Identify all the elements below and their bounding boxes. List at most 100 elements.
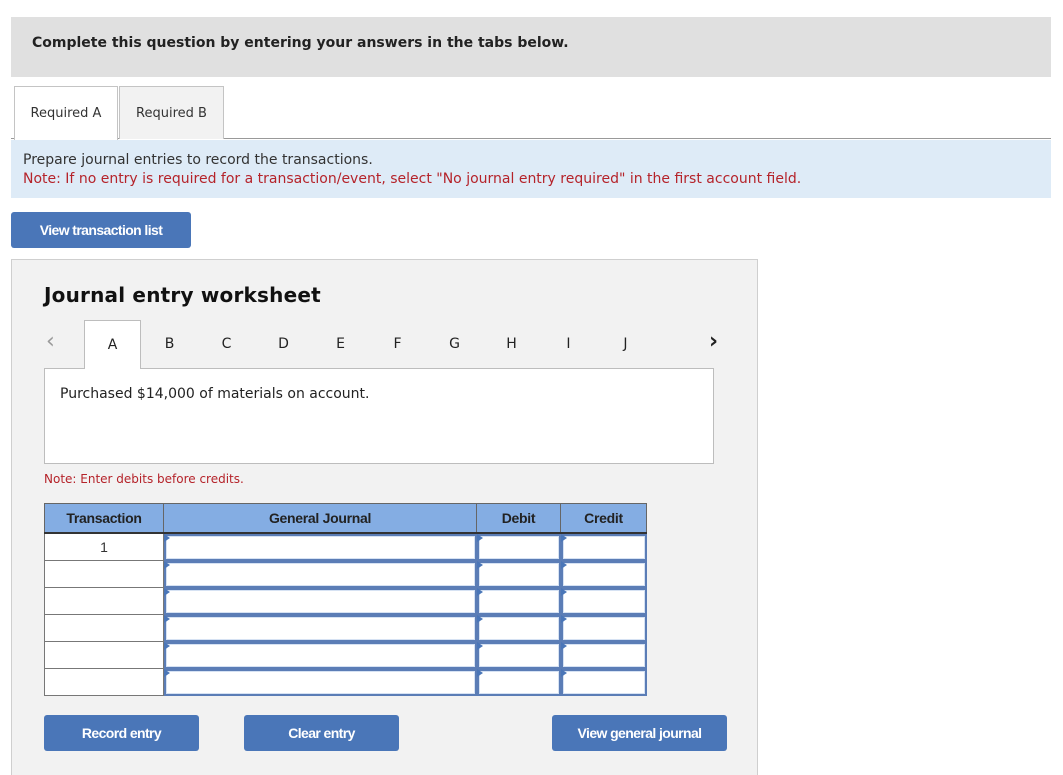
- table-row: [44, 614, 647, 642]
- cell-marker-icon: [476, 641, 483, 650]
- table-row: [44, 641, 647, 669]
- account-field-cell: [163, 532, 477, 561]
- letter-tab-e[interactable]: E: [312, 320, 369, 368]
- debit-field[interactable]: [478, 670, 559, 694]
- letter-tab-b[interactable]: B: [141, 320, 198, 368]
- credit-field-cell: [560, 532, 647, 561]
- debit-field-cell: [476, 641, 561, 669]
- cell-marker-icon: [476, 587, 483, 596]
- debit-field-cell: [476, 560, 561, 588]
- letter-tab-h[interactable]: H: [483, 320, 540, 368]
- account-field[interactable]: [166, 643, 475, 667]
- debit-field-cell: [476, 668, 561, 696]
- transaction-number: [44, 641, 164, 669]
- debit-field-cell: [476, 587, 561, 615]
- cell-marker-icon: [164, 587, 170, 596]
- account-field[interactable]: [166, 535, 475, 559]
- table-row: [44, 668, 647, 696]
- header-credit: Credit: [560, 503, 647, 534]
- debits-note: Note: Enter debits before credits.: [44, 472, 244, 486]
- tab-required-b[interactable]: Required B: [119, 86, 224, 139]
- table-row: [44, 560, 647, 588]
- cell-marker-icon: [560, 560, 567, 569]
- debit-field[interactable]: [478, 643, 559, 667]
- cell-marker-icon: [560, 668, 567, 677]
- cell-marker-icon: [476, 560, 483, 569]
- header-general-journal: General Journal: [163, 503, 477, 534]
- account-field-cell: [163, 587, 477, 615]
- required-tabs: Required A Required B: [11, 86, 1051, 140]
- letter-tab-g[interactable]: G: [426, 320, 483, 368]
- cell-marker-icon: [164, 614, 170, 623]
- view-general-journal-button[interactable]: View general journal: [552, 715, 727, 751]
- account-field[interactable]: [166, 670, 475, 694]
- cell-marker-icon: [164, 668, 170, 677]
- account-field-cell: [163, 614, 477, 642]
- transaction-letter-nav: ‹ A B C D E F G H I J ›: [12, 320, 759, 369]
- credit-field[interactable]: [562, 562, 645, 586]
- transaction-description: Purchased $14,000 of materials on accoun…: [60, 386, 370, 402]
- cell-marker-icon: [560, 587, 567, 596]
- prompt-note: Note: If no entry is required for a tran…: [23, 171, 802, 187]
- instruction-text: Complete this question by entering your …: [32, 35, 569, 51]
- letter-tab-f[interactable]: F: [369, 320, 426, 368]
- credit-field-cell: [560, 614, 647, 642]
- credit-field[interactable]: [562, 589, 645, 613]
- chevron-right-icon[interactable]: ›: [709, 329, 718, 354]
- letter-tab-j[interactable]: J: [597, 320, 654, 368]
- journal-entry-worksheet: Journal entry worksheet ‹ A B C D E F G …: [11, 259, 758, 775]
- account-field[interactable]: [166, 616, 475, 640]
- account-field-cell: [163, 668, 477, 696]
- cell-marker-icon: [476, 533, 483, 542]
- transaction-number: [44, 560, 164, 588]
- account-field-cell: [163, 560, 477, 588]
- account-field[interactable]: [166, 562, 475, 586]
- transaction-number: [44, 587, 164, 615]
- cell-marker-icon: [560, 614, 567, 623]
- credit-field-cell: [560, 587, 647, 615]
- tab-required-a[interactable]: Required A: [14, 86, 118, 140]
- cell-marker-icon: [476, 614, 483, 623]
- record-entry-button[interactable]: Record entry: [44, 715, 199, 751]
- account-field[interactable]: [166, 589, 475, 613]
- debit-field-cell: [476, 532, 561, 561]
- table-row: 1: [44, 532, 647, 561]
- debit-field[interactable]: [478, 535, 559, 559]
- debit-field[interactable]: [478, 616, 559, 640]
- prompt-box: Prepare journal entries to record the tr…: [11, 140, 1051, 198]
- table-header-row: Transaction General Journal Debit Credit: [44, 503, 647, 534]
- credit-field[interactable]: [562, 616, 645, 640]
- table-row: [44, 587, 647, 615]
- credit-field-cell: [560, 641, 647, 669]
- chevron-left-icon[interactable]: ‹: [46, 329, 55, 354]
- credit-field-cell: [560, 560, 647, 588]
- transaction-number: [44, 668, 164, 696]
- debit-field[interactable]: [478, 562, 559, 586]
- letter-tab-i[interactable]: I: [540, 320, 597, 368]
- credit-field-cell: [560, 668, 647, 696]
- cell-marker-icon: [164, 560, 170, 569]
- letter-tab-d[interactable]: D: [255, 320, 312, 368]
- debit-field-cell: [476, 614, 561, 642]
- header-debit: Debit: [476, 503, 561, 534]
- credit-field[interactable]: [562, 670, 645, 694]
- transaction-number: [44, 614, 164, 642]
- credit-field[interactable]: [562, 643, 645, 667]
- letter-tab-c[interactable]: C: [198, 320, 255, 368]
- journal-entry-table: Transaction General Journal Debit Credit…: [44, 503, 647, 696]
- cell-marker-icon: [164, 533, 170, 542]
- cell-marker-icon: [164, 641, 170, 650]
- debit-field[interactable]: [478, 589, 559, 613]
- clear-entry-button[interactable]: Clear entry: [244, 715, 399, 751]
- prompt-text: Prepare journal entries to record the tr…: [23, 152, 373, 168]
- account-field-cell: [163, 641, 477, 669]
- instruction-bar: Complete this question by entering your …: [11, 17, 1051, 77]
- cell-marker-icon: [560, 641, 567, 650]
- cell-marker-icon: [476, 668, 483, 677]
- cell-marker-icon: [560, 533, 567, 542]
- credit-field[interactable]: [562, 535, 645, 559]
- worksheet-title: Journal entry worksheet: [44, 283, 321, 307]
- letter-tab-a[interactable]: A: [84, 320, 141, 369]
- transaction-number: 1: [44, 532, 164, 561]
- view-transaction-list-button[interactable]: View transaction list: [11, 212, 191, 248]
